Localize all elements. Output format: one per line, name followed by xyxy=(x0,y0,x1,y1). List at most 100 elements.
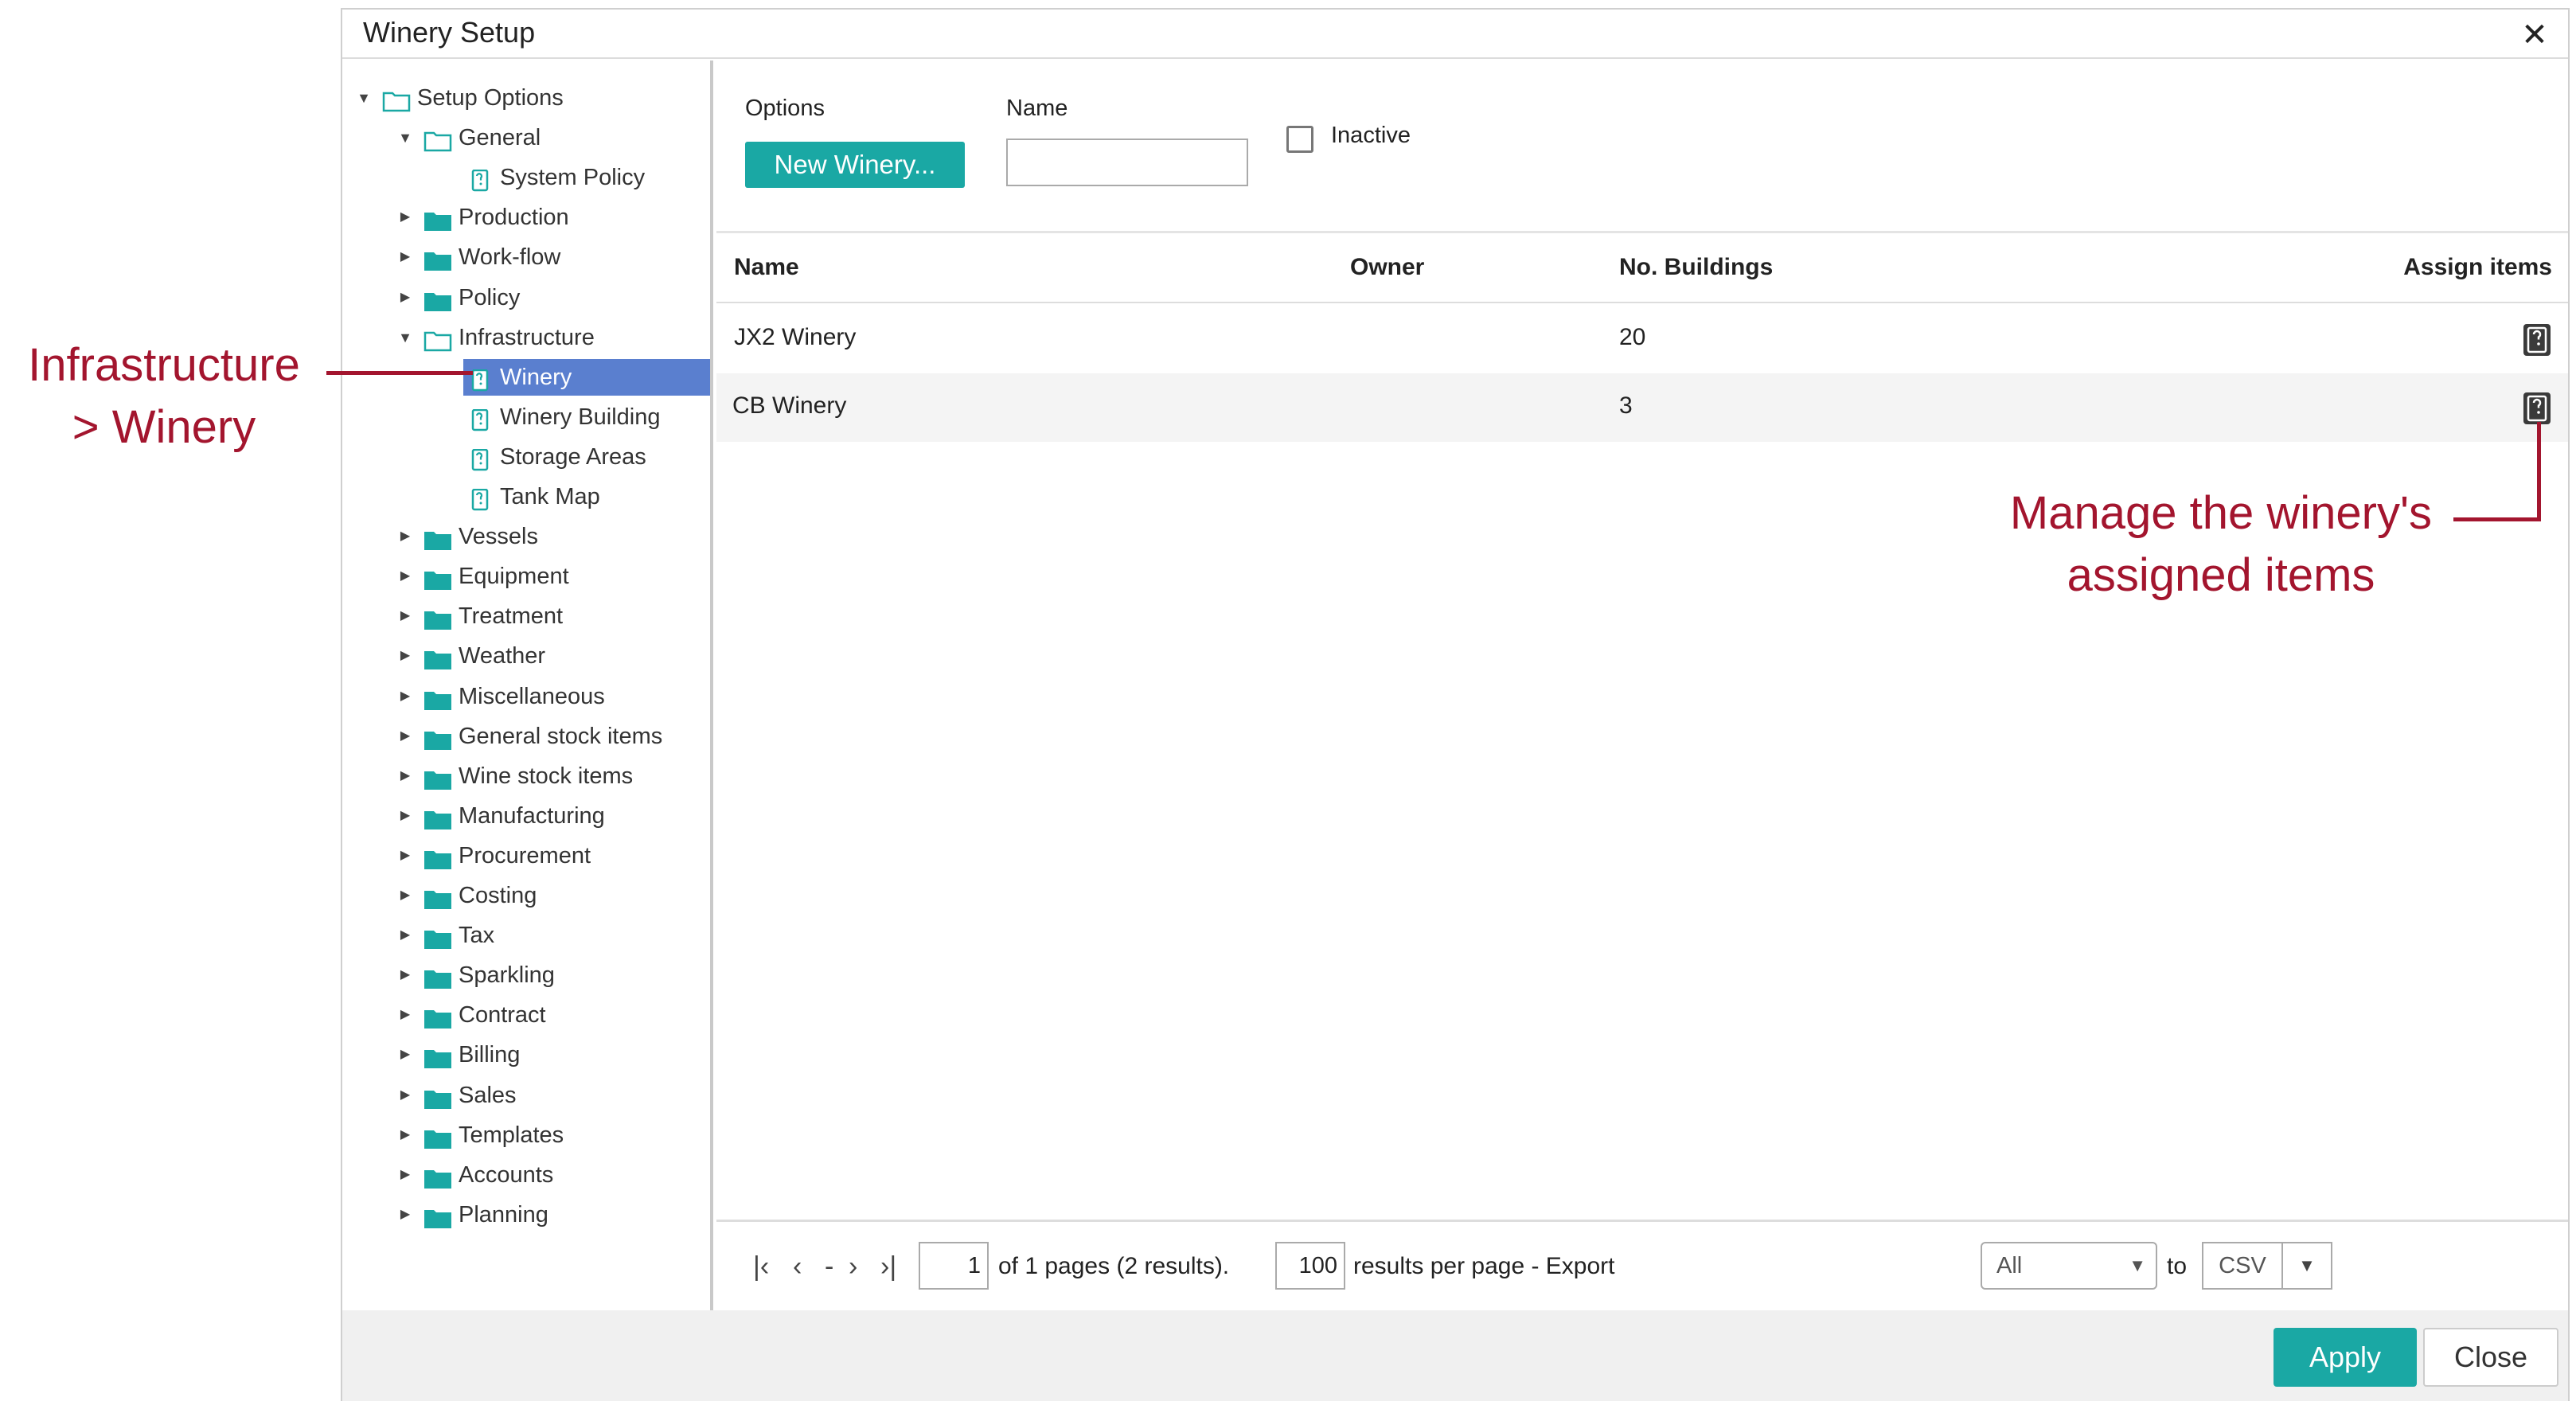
caret-right-icon[interactable]: ▶ xyxy=(395,1157,416,1193)
tree-item[interactable]: ▶ Planning xyxy=(342,1196,710,1233)
tree-item[interactable]: ▶ Costing xyxy=(342,877,710,914)
tree-item[interactable]: ▶ Manufacturing xyxy=(342,798,710,834)
table-row[interactable]: JX2 Winery 20 xyxy=(716,305,2568,373)
per-page-input[interactable]: 100 xyxy=(1275,1242,1345,1290)
folder-icon xyxy=(423,1204,452,1228)
table-row[interactable]: CB Winery 3 xyxy=(716,373,2568,442)
caret-right-icon[interactable]: ▶ xyxy=(395,957,416,993)
tree-item[interactable]: ▶ Templates xyxy=(342,1117,710,1153)
caret-right-icon[interactable]: ▶ xyxy=(395,997,416,1033)
inactive-checkbox[interactable] xyxy=(1286,126,1313,153)
setup-options-tree: ▼ Setup Options ▼ General System Policy ▶ Prod… xyxy=(342,61,713,1310)
column-header-buildings[interactable]: No. Buildings xyxy=(1619,254,1773,281)
caret-right-icon[interactable]: ▶ xyxy=(395,798,416,834)
close-icon[interactable]: ✕ xyxy=(2519,19,2551,51)
pagination-bar: |‹ ‹ - › ›| 1 of 1 pages (2 results). 10… xyxy=(716,1223,2568,1310)
next-page-icon[interactable]: › xyxy=(849,1253,857,1280)
folder-icon xyxy=(423,765,452,790)
folder-open-icon xyxy=(423,127,452,152)
caret-right-icon[interactable]: ▶ xyxy=(395,837,416,874)
caret-down-icon[interactable]: ▼ xyxy=(395,119,416,156)
caret-right-icon[interactable]: ▶ xyxy=(395,1036,416,1073)
tree-item[interactable]: ▶ Production xyxy=(342,199,710,236)
tree-item[interactable]: ▶ Tax xyxy=(342,917,710,954)
tree-item[interactable]: ▶ Sales xyxy=(342,1077,710,1114)
folder-icon xyxy=(423,924,452,949)
annotation-left-line1: Infrastructure xyxy=(28,339,300,391)
caret-down-icon[interactable]: ▼ xyxy=(395,319,416,356)
caret-right-icon[interactable]: ▶ xyxy=(395,758,416,794)
page-number-input[interactable]: 1 xyxy=(919,1242,989,1290)
annotation-right-line2: assigned items xyxy=(2067,549,2375,601)
caret-right-icon[interactable]: ▶ xyxy=(395,917,416,954)
tree-item-label: Accounts xyxy=(459,1162,554,1188)
caret-right-icon[interactable]: ▶ xyxy=(395,1077,416,1114)
column-header-name[interactable]: Name xyxy=(734,254,799,281)
tree-item[interactable]: ▶ Vessels xyxy=(342,518,710,555)
tree-item-label: Production xyxy=(459,205,569,230)
caret-right-icon[interactable]: ▶ xyxy=(395,638,416,674)
tree-item[interactable]: ▼ Infrastructure xyxy=(342,319,710,356)
caret-right-icon[interactable]: ▶ xyxy=(395,558,416,595)
caret-down-icon[interactable]: ▼ xyxy=(353,80,374,116)
close-button[interactable]: Close xyxy=(2423,1328,2558,1387)
column-header-owner[interactable]: Owner xyxy=(1350,254,1424,281)
tree-item[interactable]: ▶ Procurement xyxy=(342,837,710,874)
tree-item[interactable]: ▶ General stock items xyxy=(342,718,710,755)
export-scope-select[interactable]: All ▼ xyxy=(1981,1242,2157,1290)
column-header-assign-items[interactable]: Assign items xyxy=(2403,254,2552,281)
caret-right-icon[interactable]: ▶ xyxy=(395,1196,416,1233)
tree-item-label: Contract xyxy=(459,1002,546,1028)
assign-items-icon[interactable] xyxy=(2523,324,2551,356)
caret-right-icon[interactable]: ▶ xyxy=(395,1117,416,1153)
export-format-select[interactable]: CSV xyxy=(2202,1242,2283,1290)
name-filter-input[interactable] xyxy=(1006,139,1248,186)
assign-items-icon[interactable] xyxy=(2523,392,2551,424)
tree-item[interactable]: System Policy xyxy=(342,159,710,196)
tree-item[interactable]: Winery xyxy=(342,359,710,396)
tree-item[interactable]: Storage Areas xyxy=(342,439,710,475)
caret-right-icon[interactable]: ▶ xyxy=(395,598,416,634)
folder-icon xyxy=(423,206,452,231)
folder-open-icon xyxy=(382,87,411,112)
tree-item-label: Sparkling xyxy=(459,962,555,988)
tree-item[interactable]: ▶ Work-flow xyxy=(342,239,710,275)
tree-item-label: Procurement xyxy=(459,843,591,868)
tree-item[interactable]: ▶ Contract xyxy=(342,997,710,1033)
last-page-icon[interactable]: ›| xyxy=(880,1253,896,1280)
tree-item[interactable]: ▼ Setup Options xyxy=(342,80,710,116)
tree-item[interactable]: ▶ Accounts xyxy=(342,1157,710,1193)
caret-right-icon[interactable]: ▶ xyxy=(395,518,416,555)
tree-item[interactable]: ▶ Equipment xyxy=(342,558,710,595)
tree-item[interactable]: Tank Map xyxy=(342,478,710,515)
caret-right-icon[interactable]: ▶ xyxy=(395,279,416,316)
caret-right-icon[interactable]: ▶ xyxy=(395,718,416,755)
export-scope-value: All xyxy=(1996,1253,2023,1278)
tree-item[interactable]: ▶ Miscellaneous xyxy=(342,678,710,715)
tree-item[interactable]: ▼ General xyxy=(342,119,710,156)
tree-item-label: General xyxy=(459,125,541,150)
annotation-left-line2: > Winery xyxy=(72,401,256,453)
tree-item-label: Billing xyxy=(459,1042,521,1068)
document-icon xyxy=(465,366,494,392)
tree-item[interactable]: ▶ Wine stock items xyxy=(342,758,710,794)
tree-item[interactable]: ▶ Billing xyxy=(342,1036,710,1073)
tree-item[interactable]: ▶ Sparkling xyxy=(342,957,710,993)
tree-item[interactable]: ▶ Policy xyxy=(342,279,710,316)
tree-item[interactable]: ▶ Weather xyxy=(342,638,710,674)
caret-right-icon[interactable]: ▶ xyxy=(395,877,416,914)
tree-item[interactable]: ▶ Treatment xyxy=(342,598,710,634)
document-icon xyxy=(465,446,494,471)
apply-button[interactable]: Apply xyxy=(2274,1328,2417,1387)
caret-right-icon[interactable]: ▶ xyxy=(395,199,416,236)
caret-right-icon[interactable]: ▶ xyxy=(395,678,416,715)
tree-item[interactable]: Winery Building xyxy=(342,399,710,435)
first-page-icon[interactable]: |‹ xyxy=(753,1253,769,1280)
chevron-down-icon[interactable]: ▼ xyxy=(2283,1242,2332,1290)
new-winery-button[interactable]: New Winery... xyxy=(745,142,965,188)
window-title: Winery Setup xyxy=(363,16,536,49)
previous-page-icon[interactable]: ‹ xyxy=(793,1253,802,1280)
folder-icon xyxy=(423,287,452,311)
caret-right-icon[interactable]: ▶ xyxy=(395,239,416,275)
tree-item-label: Storage Areas xyxy=(500,444,646,470)
